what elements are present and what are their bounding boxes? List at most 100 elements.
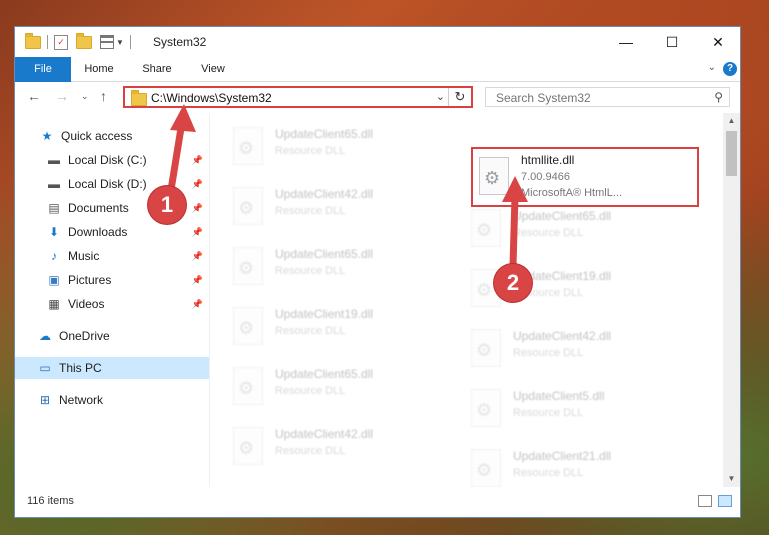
file-item[interactable]: UpdateClient5.dll Resource DLL	[461, 379, 693, 433]
file-item[interactable]: UpdateClient19.dll Resource DLL	[223, 297, 455, 351]
minimize-button[interactable]: —	[603, 27, 649, 57]
file-description: Resource DLL	[275, 325, 346, 337]
file-description: Resource DLL	[513, 407, 584, 419]
folder-icon[interactable]	[25, 32, 41, 49]
sidebar-item-downloads[interactable]: ⬇ Downloads 📌	[15, 221, 209, 243]
new-folder-icon[interactable]	[76, 32, 92, 49]
drive-icon: ▬	[48, 177, 60, 191]
sidebar-item-onedrive[interactable]: ☁ OneDrive	[15, 325, 209, 347]
pin-icon[interactable]: 📌	[192, 227, 203, 238]
up-arrow-icon[interactable]: ↑	[100, 88, 107, 104]
tab-home[interactable]: Home	[77, 57, 121, 81]
cloud-icon: ☁	[39, 329, 51, 343]
address-dropdown-icon[interactable]: ⌄	[436, 90, 445, 103]
star-icon: ★	[41, 129, 53, 143]
file-item[interactable]: UpdateClient21.dll Resource DLL	[461, 439, 693, 487]
search-icon[interactable]: ⚲	[714, 90, 723, 104]
sidebar-item-quick-access[interactable]: ★ Quick access	[15, 125, 209, 147]
address-bar[interactable]: C:\Windows\System32 ⌄ ↻	[123, 86, 473, 108]
dll-file-icon	[233, 307, 263, 345]
pin-icon[interactable]: 📌	[192, 203, 203, 214]
help-icon[interactable]: ?	[723, 62, 737, 76]
scroll-down-icon[interactable]: ▼	[723, 471, 740, 487]
pane-divider[interactable]	[209, 113, 210, 487]
documents-icon: ▤	[48, 201, 60, 215]
videos-icon: ▦	[48, 297, 60, 311]
sidebar-item-pictures[interactable]: ▣ Pictures 📌	[15, 269, 209, 291]
chevron-down-icon[interactable]: ▼	[116, 38, 124, 47]
dll-file-icon	[471, 329, 501, 367]
sidebar-item-label: This PC	[59, 361, 102, 375]
music-icon: ♪	[51, 249, 57, 263]
file-company: MicrosoftA® HtmlL...	[521, 187, 623, 199]
navigation-bar: ← → ⌄ ↑ C:\Windows\System32 ⌄ ↻ ⚲	[15, 82, 740, 112]
file-name: UpdateClient65.dll	[275, 127, 374, 141]
file-item[interactable]: UpdateClient65.dll Resource DLL	[223, 357, 455, 411]
highlighted-file-item[interactable]: htmllite.dll 7.00.9466 MicrosoftA® HtmlL…	[471, 147, 699, 207]
file-name: UpdateClient19.dll	[275, 307, 374, 321]
file-item[interactable]: UpdateClient42.dll Resource DLL	[461, 319, 693, 373]
tab-share[interactable]: Share	[135, 57, 179, 81]
search-input[interactable]	[494, 89, 698, 107]
back-arrow-icon[interactable]: ←	[27, 88, 41, 104]
file-item[interactable]: UpdateClient42.dll Resource DLL	[223, 177, 455, 231]
expand-ribbon-icon[interactable]: ⌄	[708, 62, 716, 73]
file-name: UpdateClient42.dll	[275, 187, 374, 201]
tab-view[interactable]: View	[191, 57, 235, 81]
computer-icon: ▭	[39, 361, 51, 375]
scroll-up-icon[interactable]: ▲	[723, 113, 740, 129]
details-view-icon[interactable]	[698, 495, 712, 507]
file-version: 7.00.9466	[521, 171, 570, 183]
file-name: UpdateClient65.dll	[275, 367, 374, 381]
file-name: UpdateClient65.dll	[275, 247, 374, 261]
customize-toolbar-icon[interactable]	[100, 35, 114, 49]
download-icon: ⬇	[48, 225, 60, 239]
sidebar-item-label: Network	[59, 393, 104, 407]
pin-icon[interactable]: 📌	[192, 251, 203, 262]
sidebar-item-label: Pictures	[68, 273, 112, 287]
scrollbar-thumb[interactable]	[726, 131, 737, 176]
explorer-window: ✓ ▼ System32 — ☐ ✕ File Home Share View …	[14, 26, 741, 518]
item-count: 116 items	[27, 495, 74, 507]
sidebar-item-videos[interactable]: ▦ Videos 📌	[15, 293, 209, 315]
sidebar-item-this-pc[interactable]: ▭ This PC	[15, 357, 209, 379]
search-box[interactable]: ⚲	[485, 87, 730, 107]
address-path[interactable]: C:\Windows\System32	[151, 91, 272, 105]
sidebar-item-label: Quick access	[61, 129, 133, 143]
recent-locations-icon[interactable]: ⌄	[81, 91, 89, 102]
callout-badge-2: 2	[494, 264, 532, 302]
file-name: UpdateClient42.dll	[513, 329, 612, 343]
quick-access-toolbar: ✓ ▼	[25, 32, 137, 51]
navigation-pane: ★ Quick access ▬ Local Disk (C:) 📌 ▬ Loc…	[15, 113, 209, 487]
sidebar-item-label: Documents	[68, 201, 129, 215]
pin-icon[interactable]: 📌	[192, 179, 203, 190]
vertical-scrollbar[interactable]: ▲ ▼	[723, 113, 740, 487]
dll-file-icon	[479, 157, 509, 195]
pin-icon[interactable]: 📌	[192, 155, 203, 166]
sidebar-item-music[interactable]: ♪ Music 📌	[15, 245, 209, 267]
file-item[interactable]: UpdateClient65.dll Resource DLL	[223, 117, 455, 171]
status-bar: 116 items	[15, 487, 740, 517]
sidebar-item-network[interactable]: ⊞ Network	[15, 389, 209, 411]
sidebar-item-label: Local Disk (D:)	[68, 177, 147, 191]
pin-icon[interactable]: 📌	[192, 275, 203, 286]
close-button[interactable]: ✕	[695, 27, 740, 57]
properties-icon[interactable]: ✓	[54, 34, 68, 50]
pin-icon[interactable]: 📌	[192, 299, 203, 310]
file-name: UpdateClient21.dll	[513, 449, 612, 463]
file-item[interactable]: UpdateClient65.dll Resource DLL	[461, 199, 693, 253]
maximize-button[interactable]: ☐	[649, 27, 695, 57]
file-description: Resource DLL	[513, 347, 584, 359]
forward-arrow-icon[interactable]: →	[55, 88, 69, 104]
file-item[interactable]: UpdateClient65.dll Resource DLL	[223, 237, 455, 291]
dll-file-icon	[471, 209, 501, 247]
large-icons-view-icon[interactable]	[718, 495, 732, 507]
file-name: UpdateClient65.dll	[513, 209, 612, 223]
file-item[interactable]: UpdateClient42.dll Resource DLL	[223, 417, 455, 471]
file-description: Resource DLL	[513, 467, 584, 479]
file-description: Resource DLL	[275, 265, 346, 277]
sidebar-item-local-disk-c[interactable]: ▬ Local Disk (C:) 📌	[15, 149, 209, 171]
sidebar-item-label: Local Disk (C:)	[68, 153, 147, 167]
refresh-icon[interactable]: ↻	[448, 88, 471, 106]
sidebar-item-label: Music	[68, 249, 100, 263]
